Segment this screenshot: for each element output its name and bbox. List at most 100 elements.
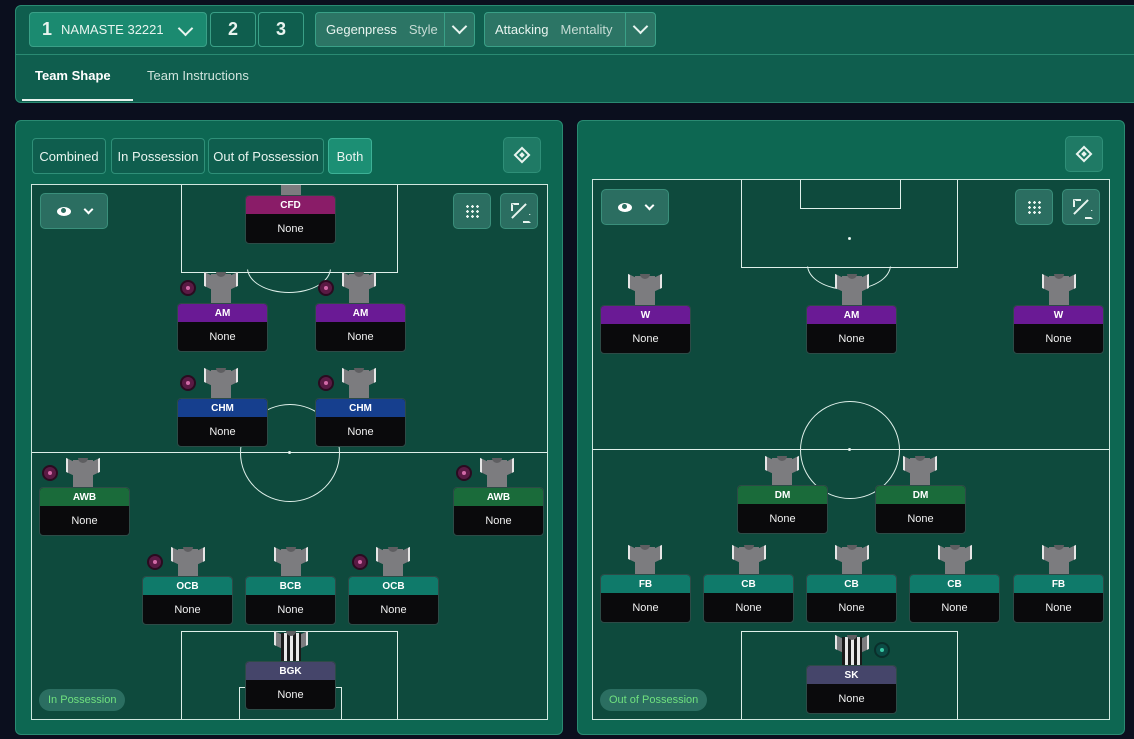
role-label: DM <box>876 486 965 504</box>
shirt-icon <box>480 455 514 489</box>
pitch: In Possession CFD None AM None AM None C… <box>31 184 548 720</box>
tactic-slot-2-button[interactable]: 2 <box>210 12 256 47</box>
shirt-icon <box>628 271 662 305</box>
visibility-dropdown[interactable] <box>601 189 669 225</box>
player-name: None <box>174 604 201 616</box>
player-card-fb-right[interactable]: FB None <box>1013 574 1104 623</box>
role-duty-icon <box>352 554 368 570</box>
formation-button[interactable] <box>503 137 541 173</box>
shirt-icon <box>274 544 308 578</box>
role-label: CFD <box>246 196 335 214</box>
role-duty-icon <box>318 280 334 296</box>
tab-team-instructions[interactable]: Team Instructions <box>147 68 249 83</box>
role-duty-icon <box>180 280 196 296</box>
style-dropdown[interactable]: Gegenpress Style <box>315 12 475 47</box>
role-label: DM <box>738 486 827 504</box>
goalkeeper-shirt-icon <box>835 632 869 666</box>
player-card-cb-centre[interactable]: CB None <box>806 574 897 623</box>
player-name: None <box>941 602 968 614</box>
player-card-fb-left[interactable]: FB None <box>600 574 691 623</box>
role-label: SK <box>807 666 896 684</box>
shirt-icon <box>732 542 766 576</box>
role-label: AWB <box>40 488 129 506</box>
player-card-cb-left[interactable]: CB None <box>703 574 794 623</box>
role-label: AM <box>178 304 267 322</box>
expand-button[interactable] <box>500 193 538 229</box>
player-card-w-left[interactable]: W None <box>600 305 691 354</box>
role-duty-icon <box>456 465 472 481</box>
mentality-label: Mentality <box>560 22 613 37</box>
shirt-icon <box>66 455 100 489</box>
player-name: None <box>632 333 659 345</box>
shirt-icon <box>1042 542 1076 576</box>
player-name: None <box>1045 333 1072 345</box>
player-card-bcb[interactable]: BCB None <box>245 576 336 625</box>
tactic-number: 1 <box>42 19 53 39</box>
role-label: CHM <box>316 399 405 417</box>
mentality-value: Attacking <box>495 22 549 37</box>
chevron-down-icon[interactable] <box>625 13 655 46</box>
player-card-cb-right[interactable]: CB None <box>909 574 1000 623</box>
player-card-am-left[interactable]: AM None <box>177 303 268 352</box>
player-card-am-right[interactable]: AM None <box>315 303 406 352</box>
phase-label: In Possession <box>39 689 126 711</box>
shirt-icon <box>1042 271 1076 305</box>
mode-combined-button[interactable]: Combined <box>32 138 106 174</box>
player-name: None <box>71 515 98 527</box>
tab-team-shape[interactable]: Team Shape <box>35 68 111 83</box>
pitch-top-penalty-spot <box>848 237 851 240</box>
tactic-slot-3-button[interactable]: 3 <box>258 12 304 47</box>
chevron-down-icon <box>83 204 93 214</box>
chevron-down-icon[interactable] <box>444 13 474 46</box>
player-name: None <box>735 602 762 614</box>
player-name: None <box>632 602 659 614</box>
player-name: None <box>277 689 304 701</box>
out-of-possession-panel: Out of Possession W None AM None W None … <box>577 120 1125 735</box>
player-card-w-right[interactable]: W None <box>1013 305 1104 354</box>
formation-icon <box>513 146 531 164</box>
player-card-dm-right[interactable]: DM None <box>875 485 966 534</box>
player-card-sk[interactable]: SK None <box>806 665 897 714</box>
shirt-icon <box>938 542 972 576</box>
formation-button[interactable] <box>1065 136 1103 172</box>
formation-icon <box>1075 145 1093 163</box>
player-card-am[interactable]: AM None <box>806 305 897 354</box>
mode-both-button[interactable]: Both <box>328 138 372 174</box>
divider <box>16 54 1134 55</box>
mentality-dropdown[interactable]: Attacking Mentality <box>484 12 656 47</box>
role-label: OCB <box>143 577 232 595</box>
player-name: None <box>838 333 865 345</box>
player-name: None <box>485 515 512 527</box>
shirt-icon <box>376 544 410 578</box>
visibility-dropdown[interactable] <box>40 193 108 229</box>
grid-icon <box>1027 200 1041 214</box>
eye-icon <box>617 202 632 212</box>
shirt-icon <box>765 453 799 487</box>
role-duty-icon <box>180 375 196 391</box>
role-duty-icon <box>147 554 163 570</box>
player-card-ocb-right[interactable]: OCB None <box>348 576 439 625</box>
pitch: Out of Possession W None AM None W None … <box>592 179 1110 720</box>
player-card-chm-right[interactable]: CHM None <box>315 398 406 447</box>
player-card-dm-left[interactable]: DM None <box>737 485 828 534</box>
role-label: CB <box>910 575 999 593</box>
player-card-chm-left[interactable]: CHM None <box>177 398 268 447</box>
mode-in-possession-button[interactable]: In Possession <box>111 138 205 174</box>
tactic-name: NAMASTE 32221 <box>61 22 164 37</box>
player-card-awb-right[interactable]: AWB None <box>453 487 544 536</box>
role-label: OCB <box>349 577 438 595</box>
player-card-awb-left[interactable]: AWB None <box>39 487 130 536</box>
expand-icon <box>511 203 527 219</box>
expand-icon <box>1073 199 1089 215</box>
grid-view-button[interactable] <box>453 193 491 229</box>
role-label: W <box>1014 306 1103 324</box>
player-card-ocb-left[interactable]: OCB None <box>142 576 233 625</box>
player-card-bgk[interactable]: BGK None <box>245 661 336 710</box>
mode-out-of-possession-button[interactable]: Out of Possession <box>208 138 324 174</box>
player-card-cfd[interactable]: CFD None <box>245 195 336 244</box>
style-label: Style <box>408 22 438 37</box>
player-name: None <box>209 426 236 438</box>
grid-view-button[interactable] <box>1015 189 1053 225</box>
tactic-selector[interactable]: 1 NAMASTE 32221 <box>29 12 207 47</box>
expand-button[interactable] <box>1062 189 1100 225</box>
